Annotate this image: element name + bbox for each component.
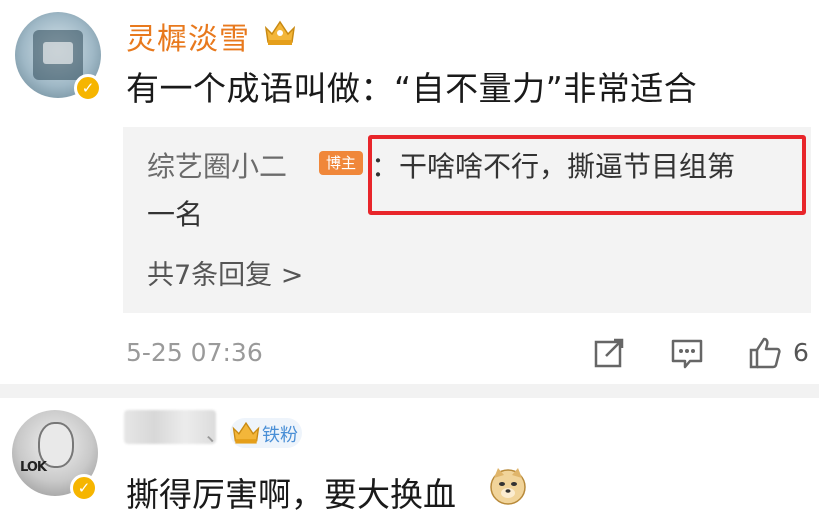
reply-text-line2: 一名 xyxy=(147,198,204,231)
comment-text: 撕得厉害啊，要大换血 xyxy=(126,475,456,514)
crown-badge-icon[interactable] xyxy=(262,16,298,48)
more-replies-link[interactable]: 共7条回复 > xyxy=(147,253,303,292)
username[interactable]: 灵樨淡雪 xyxy=(126,14,250,58)
crown-badge-icon xyxy=(232,421,260,444)
verified-badge-icon: ✓ xyxy=(74,74,102,102)
name-separator: 、 xyxy=(206,422,229,447)
blogger-badge: 博主 xyxy=(319,151,363,175)
comment-text: 有一个成语叫做：“自不量力”非常适合 xyxy=(126,69,698,108)
fan-badge-label: 铁粉 xyxy=(262,425,298,446)
highlight-annotation xyxy=(368,135,806,215)
blurred-username[interactable] xyxy=(124,410,216,444)
verified-badge-icon: ✓ xyxy=(70,474,98,502)
fan-badge[interactable]: 铁粉 xyxy=(230,418,302,448)
comment-item: LOK ✓ 、 铁粉 撕得厉害啊，要大换血 xyxy=(0,398,819,516)
share-icon[interactable] xyxy=(592,336,626,370)
avatar-image-part xyxy=(43,42,73,64)
comment-item: ✓ 灵樨淡雪 有一个成语叫做：“自不量力”非常适合 综艺圈小二 博主 ：干啥啥不… xyxy=(0,0,819,385)
avatar-text: LOK xyxy=(20,460,47,475)
reply-preview[interactable]: 综艺圈小二 博主 ：干啥啥不行，撕逼节目组第 一名 共7条回复 > xyxy=(123,127,811,313)
timestamp: 5-25 07:36 xyxy=(126,338,263,367)
doge-emoji-icon xyxy=(490,468,526,505)
comment-icon[interactable] xyxy=(670,336,704,370)
divider xyxy=(0,384,819,398)
like-count: 6 xyxy=(793,338,809,367)
like-icon[interactable] xyxy=(748,336,782,370)
reply-username[interactable]: 综艺圈小二 xyxy=(147,145,287,185)
